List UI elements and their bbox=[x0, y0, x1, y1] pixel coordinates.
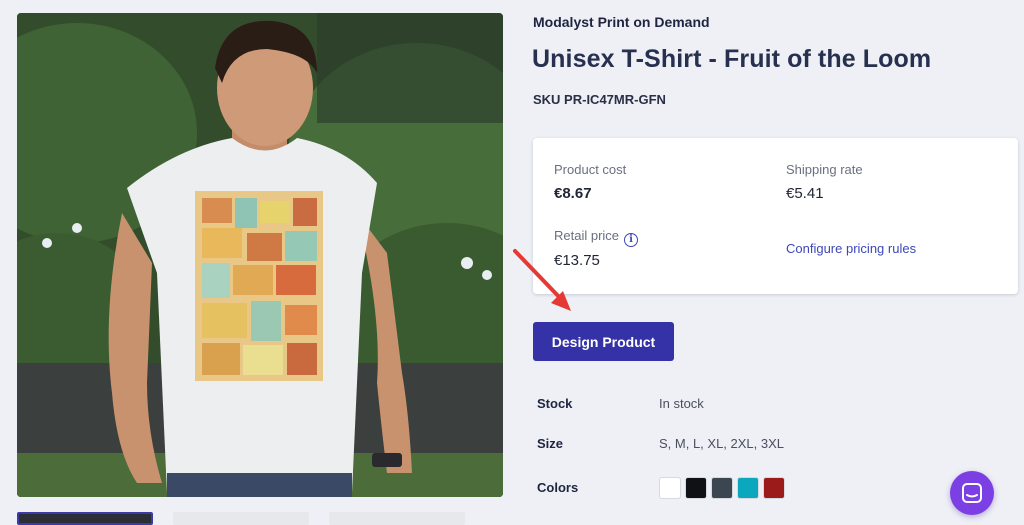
colors-label: Colors bbox=[537, 480, 579, 495]
thumbnail-1[interactable] bbox=[17, 512, 153, 525]
thumbnail-strip bbox=[17, 512, 503, 525]
shipping-rate-label: Shipping rate bbox=[786, 162, 863, 177]
configure-pricing-rules-link[interactable]: Configure pricing rules bbox=[786, 241, 916, 256]
design-product-button[interactable]: Design Product bbox=[533, 322, 674, 361]
red-arrow-icon bbox=[513, 249, 571, 311]
color-swatches bbox=[659, 477, 785, 499]
retail-price-label: Retail price bbox=[554, 228, 620, 243]
stock-label: Stock bbox=[537, 396, 573, 411]
chat-launcher-button[interactable] bbox=[950, 471, 994, 515]
thumbnail-2[interactable] bbox=[173, 512, 309, 525]
size-value: S, M, L, XL, 2XL, 3XL bbox=[659, 436, 785, 451]
size-label: Size bbox=[537, 436, 564, 451]
pricing-card: Product cost €8.67 Shipping rate €5.41 R… bbox=[533, 138, 1018, 294]
color-swatch-charcoal[interactable] bbox=[711, 477, 733, 499]
info-icon[interactable]: i bbox=[624, 233, 639, 247]
thumbnail-3[interactable] bbox=[329, 512, 465, 525]
shipping-rate-value: €5.41 bbox=[786, 185, 824, 202]
brand-name: Modalyst Print on Demand bbox=[533, 14, 710, 30]
product-sku: SKU PR-IC47MR-GFN bbox=[533, 92, 666, 107]
color-swatch-black[interactable] bbox=[685, 477, 707, 499]
stock-value: In stock bbox=[659, 396, 704, 411]
color-swatch-white[interactable] bbox=[659, 477, 681, 499]
product-cost-label: Product cost bbox=[554, 162, 627, 177]
color-swatch-teal[interactable] bbox=[737, 477, 759, 499]
chat-icon bbox=[962, 483, 982, 503]
color-swatch-red[interactable] bbox=[763, 477, 785, 499]
product-main-image bbox=[17, 13, 503, 497]
product-cost-value: €8.67 bbox=[554, 185, 592, 202]
product-title: Unisex T-Shirt - Fruit of the Loom bbox=[532, 45, 932, 73]
